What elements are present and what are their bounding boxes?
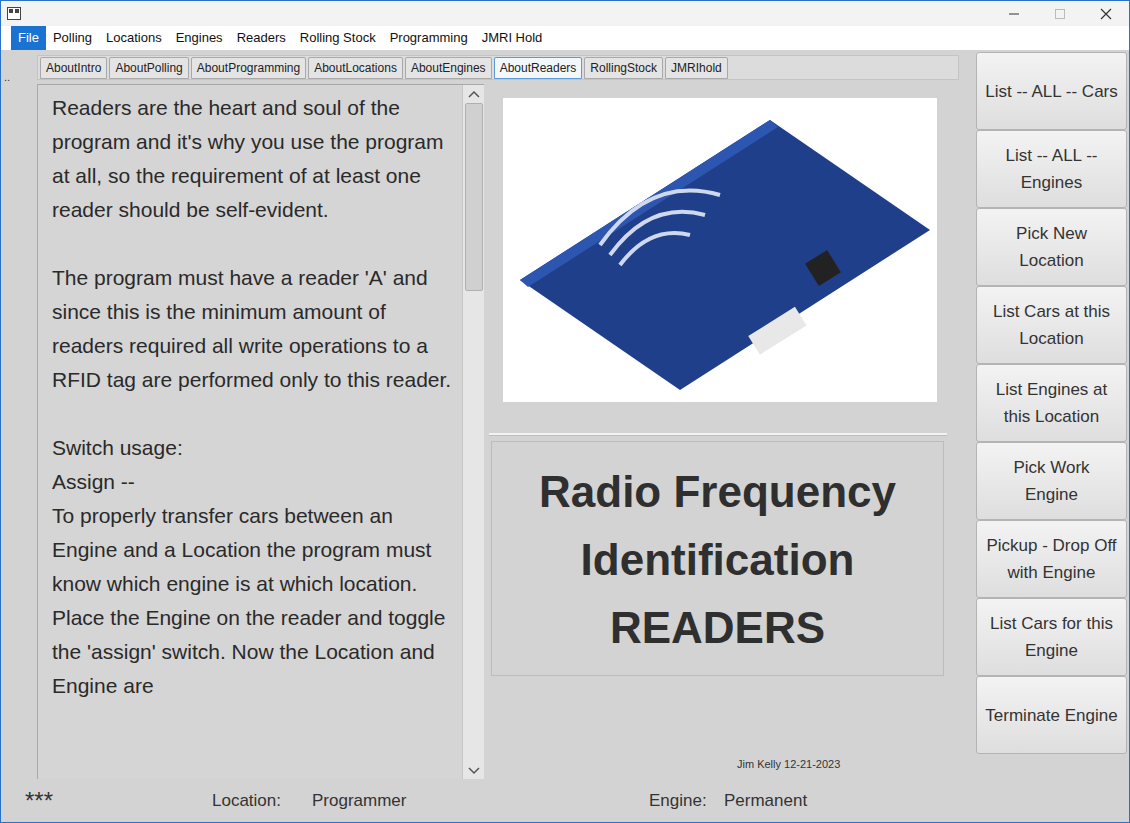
- paragraph: Switch usage:Assign --To properly transf…: [52, 431, 454, 703]
- menu-item[interactable]: Programming: [383, 26, 475, 50]
- close-icon: [1100, 8, 1112, 20]
- engine-value: Permanent: [724, 788, 807, 814]
- menu-item[interactable]: Polling: [46, 26, 99, 50]
- heading-line: Identification: [581, 526, 855, 594]
- tab[interactable]: AboutEngines: [405, 57, 492, 79]
- heading-line: Radio Frequency: [539, 458, 896, 526]
- menu-item[interactable]: File: [11, 26, 46, 50]
- scroll-down-icon[interactable]: [467, 766, 481, 776]
- menu-bar: FilePollingLocationsEnginesReadersRollin…: [1, 26, 1129, 50]
- separator: [489, 433, 947, 436]
- tab[interactable]: AboutIntro: [40, 57, 107, 79]
- action-column: List -- ALL -- CarsList -- ALL -- Engine…: [976, 50, 1127, 779]
- tab[interactable]: AboutReaders: [494, 57, 583, 79]
- tab[interactable]: AboutPolling: [109, 57, 188, 79]
- tab[interactable]: AboutProgramming: [191, 57, 306, 79]
- rfid-board-icon: [510, 105, 930, 395]
- reader-photo: [503, 98, 937, 402]
- menu-item[interactable]: Engines: [169, 26, 230, 50]
- maximize-button: [1037, 1, 1083, 26]
- action-button[interactable]: List -- ALL -- Engines: [976, 130, 1127, 208]
- app-icon: [7, 7, 21, 20]
- action-button[interactable]: Pick Work Engine: [976, 442, 1127, 520]
- title-bar: [1, 1, 1129, 26]
- location-value: Programmer: [312, 788, 649, 814]
- paragraph: Readers are the heart and soul of the pr…: [52, 91, 454, 227]
- paragraph-line: The program must have a reader 'A' and s…: [52, 261, 454, 397]
- paragraph-line: Switch usage:: [52, 431, 454, 465]
- heading-box: Radio FrequencyIdentificationREADERS: [491, 441, 944, 676]
- corner-mark: ..: [4, 71, 10, 83]
- tab[interactable]: AboutLocations: [308, 57, 403, 79]
- status-bar: ***Location:ProgrammerEngine:Permanent: [1, 779, 1129, 822]
- menu-item[interactable]: Locations: [99, 26, 169, 50]
- tab[interactable]: JMRIhold: [665, 57, 728, 79]
- paragraph-line: Assign --: [52, 465, 454, 499]
- paragraph-line: Readers are the heart and soul of the pr…: [52, 91, 454, 227]
- paragraph: The program must have a reader 'A' and s…: [52, 261, 454, 397]
- action-button[interactable]: Pickup - Drop Off with Engine: [976, 520, 1127, 598]
- action-button[interactable]: List Cars for this Engine: [976, 598, 1127, 676]
- menu-item[interactable]: JMRI Hold: [475, 26, 550, 50]
- action-button[interactable]: List Cars at this Location: [976, 286, 1127, 364]
- minimize-icon: [1008, 8, 1020, 20]
- paragraph-line: To properly transfer cars between an Eng…: [52, 499, 454, 703]
- about-text: Readers are the heart and soul of the pr…: [38, 85, 462, 779]
- menu-item[interactable]: Readers: [230, 26, 293, 50]
- scroll-up-icon[interactable]: [467, 89, 481, 99]
- menu-item[interactable]: Rolling Stock: [293, 26, 383, 50]
- close-button[interactable]: [1083, 1, 1129, 26]
- maximize-icon: [1054, 8, 1066, 20]
- scroll-thumb[interactable]: [465, 103, 483, 291]
- heading-line: READERS: [610, 594, 825, 662]
- tab[interactable]: RollingStock: [584, 57, 663, 79]
- action-button[interactable]: Pick New Location: [976, 208, 1127, 286]
- action-button[interactable]: List -- ALL -- Cars: [976, 52, 1127, 130]
- location-label: Location:: [212, 788, 312, 814]
- left-gutter: ..: [1, 50, 37, 779]
- action-button[interactable]: List Engines at this Location: [976, 364, 1127, 442]
- status-mark: ***: [25, 783, 212, 819]
- about-panel: Readers are the heart and soul of the pr…: [37, 84, 484, 779]
- minimize-button[interactable]: [991, 1, 1037, 26]
- scrollbar[interactable]: [462, 85, 484, 779]
- action-button[interactable]: Terminate Engine: [976, 676, 1127, 754]
- engine-label: Engine:: [649, 788, 724, 814]
- credit: Jim Kelly 12-21-2023: [737, 758, 840, 770]
- tab-bar: AboutIntroAboutPollingAboutProgrammingAb…: [37, 55, 959, 80]
